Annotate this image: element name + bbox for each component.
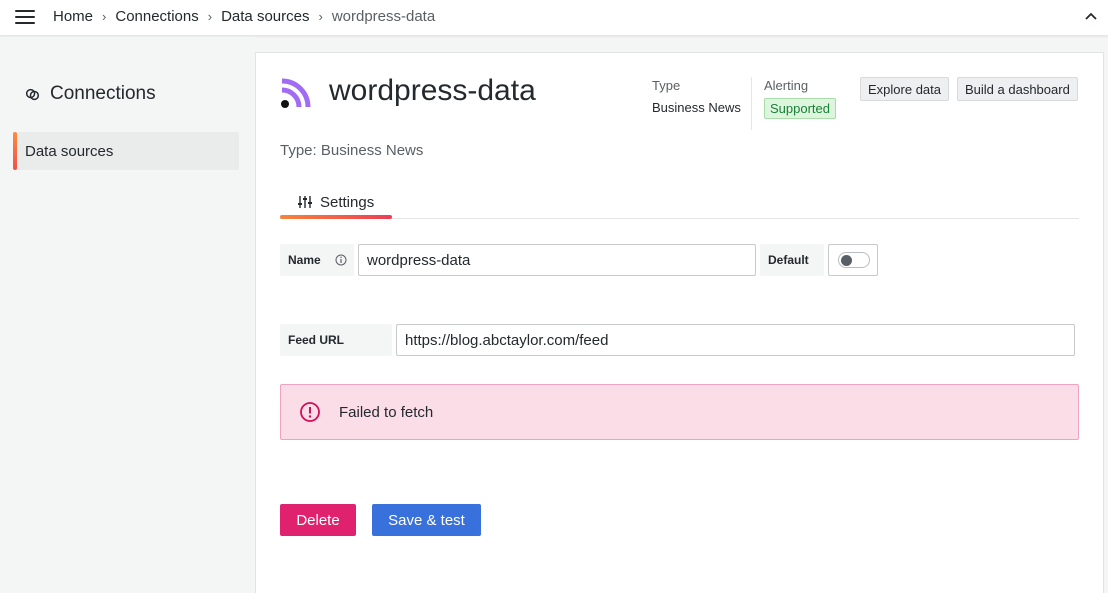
error-circle-icon xyxy=(300,402,320,422)
sidebar-item-data-sources[interactable]: Data sources xyxy=(13,132,239,170)
name-label-text: Name xyxy=(288,253,321,267)
default-label: Default xyxy=(760,244,824,276)
feed-url-input[interactable]: https://blog.abctaylor.com/feed xyxy=(396,324,1075,356)
type-label: Type xyxy=(652,78,681,93)
delete-button[interactable]: Delete xyxy=(280,504,356,536)
chevron-right-icon: › xyxy=(102,9,107,24)
top-nav-bar: Home › Connections › Data sources › word… xyxy=(0,0,1108,36)
error-alert: Failed to fetch xyxy=(280,384,1079,440)
breadcrumb: Home › Connections › Data sources › word… xyxy=(53,8,435,25)
breadcrumb-current: wordpress-data xyxy=(331,8,436,25)
active-tab-indicator xyxy=(280,215,392,219)
type-subtitle: Type: Business News xyxy=(280,142,424,159)
chevron-right-icon: › xyxy=(318,9,323,24)
breadcrumb-data-sources[interactable]: Data sources xyxy=(221,8,309,25)
type-meta: Type Business News xyxy=(652,78,741,115)
sidebar-title: Connections xyxy=(25,83,156,105)
toggle-track xyxy=(838,252,870,268)
alert-message: Failed to fetch xyxy=(339,403,434,421)
default-toggle[interactable] xyxy=(828,244,878,276)
chevron-right-icon: › xyxy=(207,9,213,24)
chevron-up-icon[interactable] xyxy=(1084,10,1098,24)
save-test-button[interactable]: Save & test xyxy=(372,504,481,536)
rss-feed-icon xyxy=(281,78,311,108)
toggle-knob xyxy=(841,255,852,266)
status-badge: Supported xyxy=(764,98,836,119)
alerting-label: Alerting xyxy=(764,78,809,93)
hamburger-icon[interactable] xyxy=(15,10,35,24)
divider xyxy=(751,77,752,130)
breadcrumb-connections[interactable]: Connections xyxy=(115,8,198,25)
sliders-icon xyxy=(298,196,312,208)
feed-url-label: Feed URL xyxy=(280,324,392,356)
breadcrumb-home[interactable]: Home xyxy=(53,8,93,25)
sidebar-item-label: Data sources xyxy=(25,142,114,160)
sidebar: Connections Data sources xyxy=(0,37,255,593)
build-dashboard-button[interactable]: Build a dashboard xyxy=(957,77,1078,101)
name-input[interactable]: wordpress-data xyxy=(358,244,756,276)
tab-settings[interactable]: Settings xyxy=(280,186,392,218)
tab-bar-border xyxy=(280,218,1079,219)
type-value: Business News xyxy=(652,100,741,115)
info-icon[interactable] xyxy=(335,254,347,266)
page-title: wordpress-data xyxy=(329,74,536,107)
alerting-meta: Alerting Supported xyxy=(764,78,836,119)
name-label: Name xyxy=(280,244,354,276)
link-icon xyxy=(25,88,40,100)
explore-data-button[interactable]: Explore data xyxy=(860,77,949,101)
tab-label: Settings xyxy=(320,193,375,211)
sidebar-title-label: Connections xyxy=(50,83,156,104)
